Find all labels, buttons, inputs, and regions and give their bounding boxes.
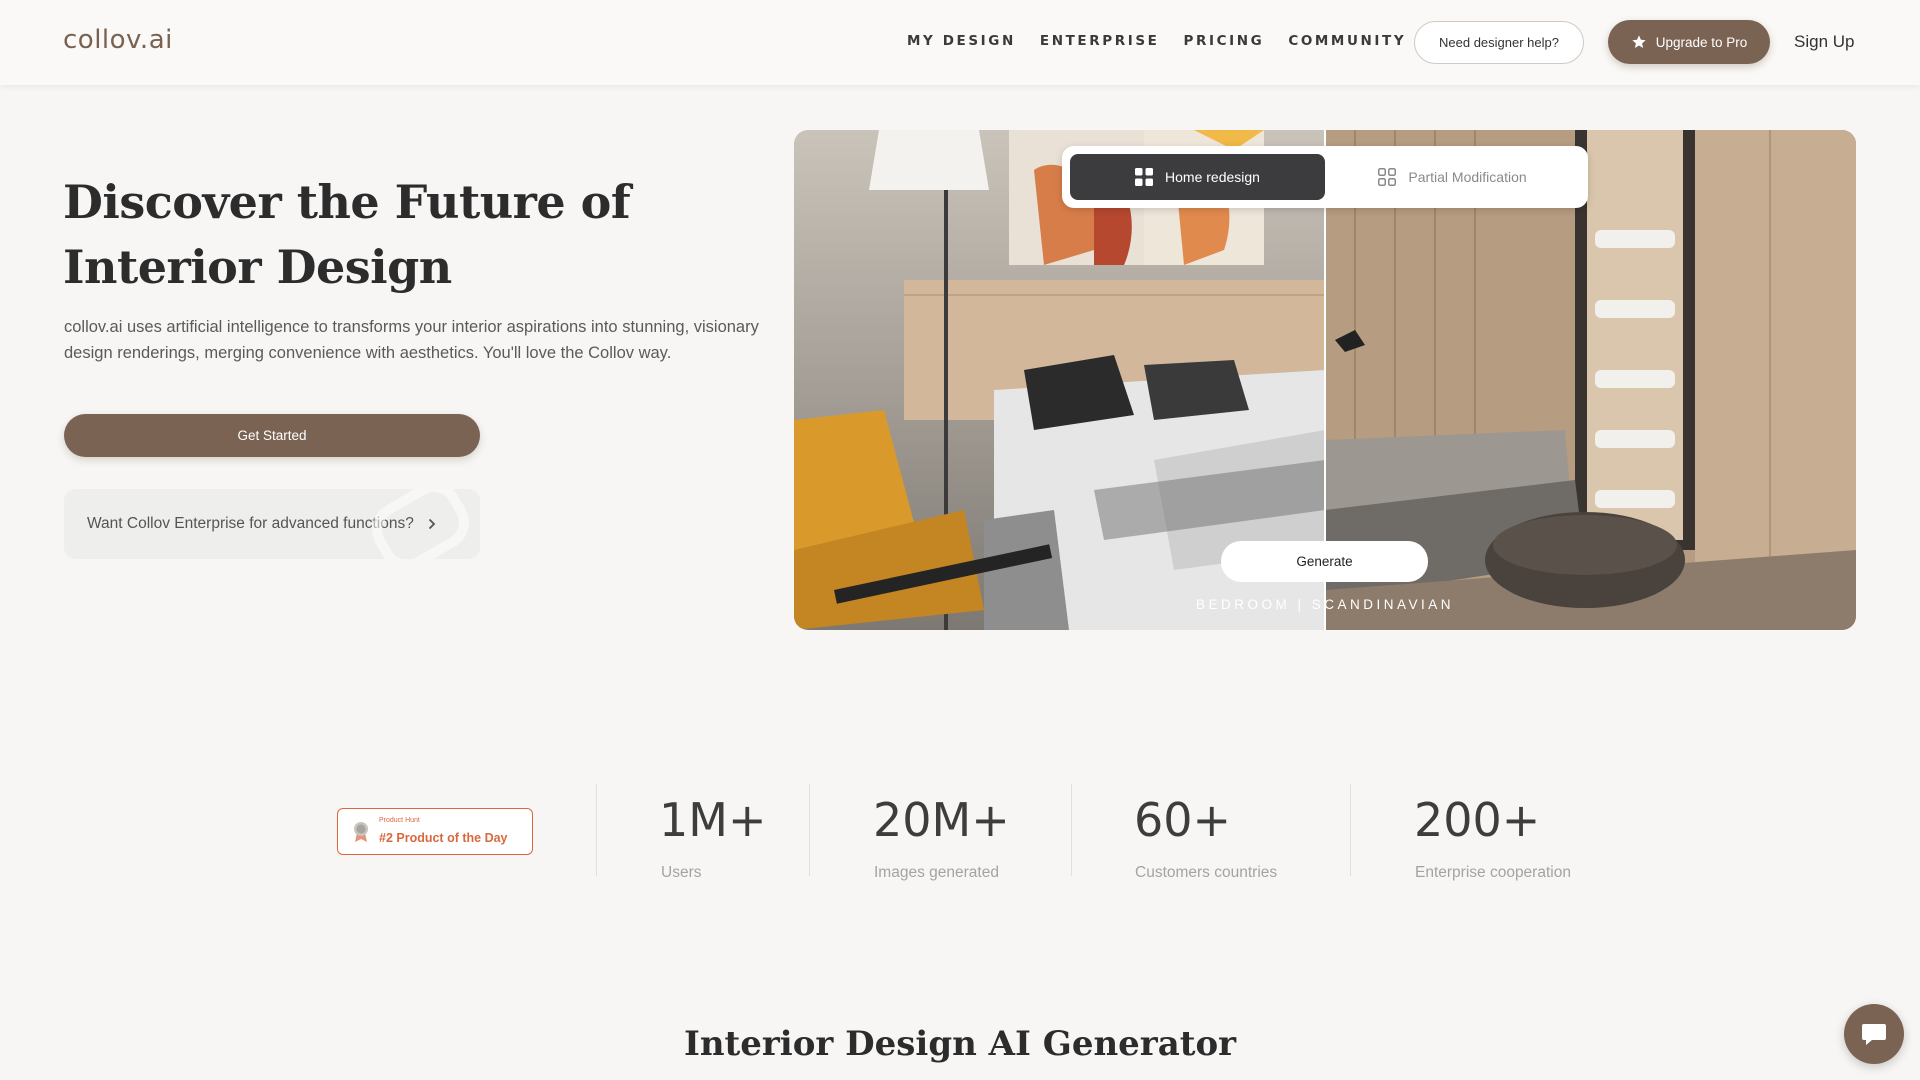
nav-my-design[interactable]: MY DESIGN [907, 33, 1016, 49]
nav-community[interactable]: COMMUNITY [1288, 33, 1426, 49]
get-started-button[interactable]: Get Started [64, 414, 480, 457]
stat-users-value: 1M+ [659, 793, 767, 847]
product-hunt-badge[interactable]: Product Hunt #2 Product of the Day [337, 808, 533, 855]
upgrade-pro-label: Upgrade to Pro [1655, 34, 1748, 50]
tab-home-redesign[interactable]: Home redesign [1070, 154, 1325, 200]
tab-partial-modification[interactable]: Partial Modification [1325, 154, 1580, 200]
top-navbar: collov.ai MY DESIGN ENTERPRISE PRICING C… [0, 0, 1920, 85]
designer-help-button[interactable]: Need designer help? [1414, 21, 1584, 64]
nav-pricing[interactable]: PRICING [1183, 33, 1264, 49]
stat-countries-value: 60+ [1134, 793, 1232, 847]
stat-enterprise-value: 200+ [1414, 793, 1541, 847]
stat-users-label: Users [661, 864, 702, 881]
enterprise-prompt: Want Collov Enterprise for advanced func… [87, 515, 414, 532]
before-after-preview[interactable]: Home redesign Partial Modification Gener… [794, 130, 1856, 630]
enterprise-card[interactable]: Want Collov Enterprise for advanced func… [64, 489, 480, 559]
grid-icon [1135, 168, 1154, 186]
nav-community-label: COMMUNITY [1288, 33, 1407, 49]
tab-home-redesign-label: Home redesign [1165, 169, 1260, 185]
upgrade-pro-button[interactable]: Upgrade to Pro [1608, 20, 1770, 64]
signup-link[interactable]: Sign Up [1794, 32, 1854, 52]
badge-source: Product Hunt [379, 817, 420, 824]
logo[interactable]: collov.ai [63, 25, 173, 55]
hero-description: collov.ai uses artificial intelligence t… [64, 318, 759, 362]
chat-icon [1862, 1024, 1886, 1045]
main-nav: MY DESIGN ENTERPRISE PRICING COMMUNITY [907, 33, 1450, 49]
section-title: Interior Design AI Generator [683, 1024, 1237, 1064]
mode-tabs: Home redesign Partial Modification [1062, 146, 1588, 208]
stat-divider [596, 784, 597, 876]
stat-images-label: Images generated [874, 864, 999, 881]
grid-outline-icon [1378, 168, 1397, 186]
chat-widget-button[interactable] [1844, 1004, 1904, 1064]
stat-divider [1350, 784, 1351, 876]
generate-button[interactable]: Generate [1221, 541, 1428, 582]
stat-divider [1071, 784, 1072, 876]
stat-images-value: 20M+ [873, 793, 1010, 847]
stat-enterprise-label: Enterprise cooperation [1415, 864, 1571, 881]
room-style-caption: BEDROOM | SCANDINAVIAN [1195, 597, 1455, 612]
hero-title: Discover the Future of Interior Design [63, 175, 631, 294]
tab-partial-modification-label: Partial Modification [1408, 169, 1527, 185]
nav-enterprise[interactable]: ENTERPRISE [1040, 33, 1160, 49]
decorative-shape [361, 489, 480, 559]
badge-title: #2 Product of the Day [379, 831, 508, 845]
star-icon [1632, 35, 1646, 48]
stat-divider [809, 784, 810, 876]
stat-countries-label: Customers countries [1135, 864, 1278, 881]
medal-icon [354, 822, 368, 842]
